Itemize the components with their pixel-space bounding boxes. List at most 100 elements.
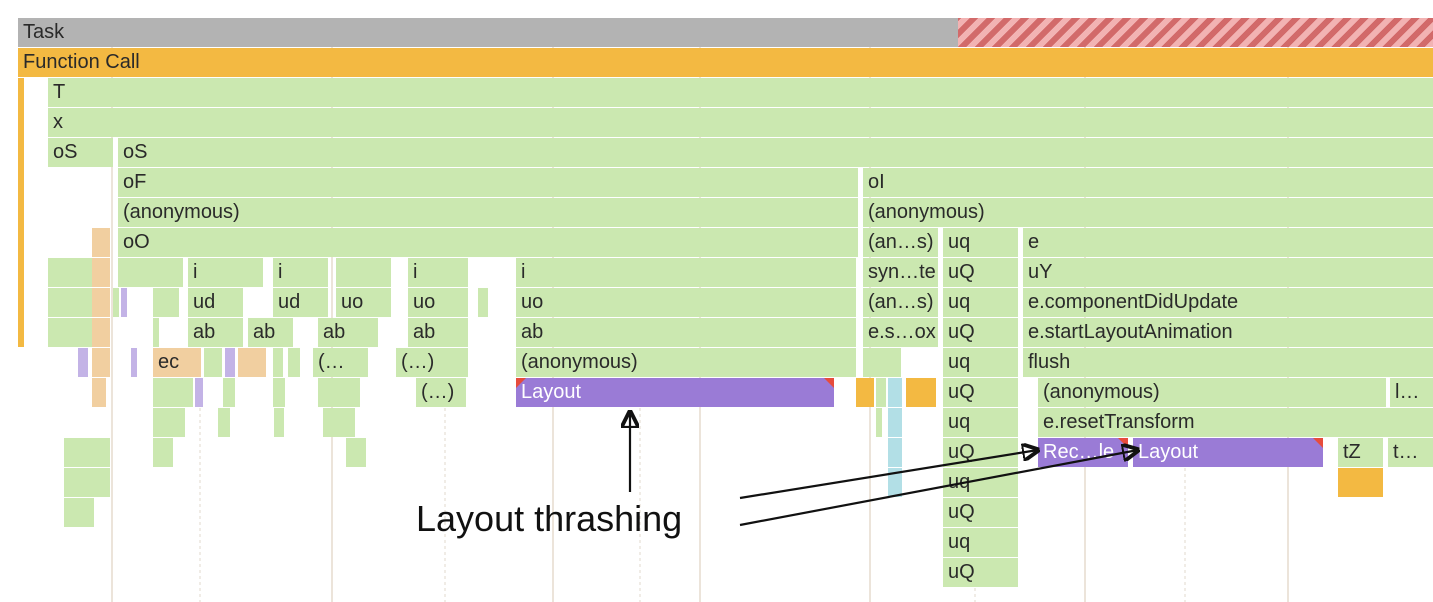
flame-bar[interactable] bbox=[48, 288, 98, 317]
flame-bar[interactable]: i bbox=[408, 258, 468, 287]
flame-bar[interactable]: uq bbox=[943, 408, 1018, 437]
flame-bar[interactable] bbox=[856, 378, 874, 407]
flame-bar[interactable] bbox=[323, 408, 355, 437]
flame-bar[interactable] bbox=[153, 288, 179, 317]
flame-bar[interactable] bbox=[888, 408, 902, 437]
flame-bar-function-call[interactable]: Function Call bbox=[18, 48, 1433, 77]
flame-bar[interactable] bbox=[888, 438, 902, 467]
flame-bar[interactable]: uQ bbox=[943, 498, 1018, 527]
flame-bar[interactable]: (anonymous) bbox=[516, 348, 856, 377]
flame-bar[interactable]: i bbox=[516, 258, 856, 287]
flame-bar[interactable]: ab bbox=[408, 318, 468, 347]
flame-bar[interactable] bbox=[92, 258, 110, 287]
flame-bar[interactable] bbox=[273, 378, 285, 407]
flame-bar[interactable]: uo bbox=[336, 288, 391, 317]
flame-bar[interactable]: uq bbox=[943, 348, 1018, 377]
flame-bar[interactable] bbox=[238, 348, 266, 377]
flame-bar[interactable]: syn…te bbox=[863, 258, 938, 287]
flame-bar[interactable] bbox=[876, 408, 882, 437]
flame-bar[interactable] bbox=[153, 378, 193, 407]
flame-bar[interactable] bbox=[92, 318, 110, 347]
flame-bar[interactable] bbox=[346, 438, 366, 467]
flame-bar[interactable] bbox=[288, 348, 300, 377]
flame-bar[interactable] bbox=[906, 378, 936, 407]
flame-bar[interactable]: i bbox=[188, 258, 263, 287]
flame-bar[interactable] bbox=[218, 408, 230, 437]
flame-bar[interactable]: T bbox=[48, 78, 1433, 107]
flame-bar[interactable] bbox=[863, 348, 901, 377]
flame-bar[interactable]: (an…s) bbox=[863, 228, 938, 257]
flame-bar[interactable] bbox=[478, 288, 488, 317]
flame-bar[interactable]: (anonymous) bbox=[863, 198, 1433, 227]
flame-bar[interactable]: (anonymous) bbox=[1038, 378, 1386, 407]
flame-bar[interactable]: i bbox=[273, 258, 328, 287]
flame-bar[interactable] bbox=[888, 378, 902, 407]
flame-bar[interactable] bbox=[195, 378, 203, 407]
flame-bar[interactable] bbox=[153, 408, 185, 437]
flame-bar[interactable] bbox=[888, 468, 902, 497]
flame-bar[interactable] bbox=[223, 378, 235, 407]
flame-bar[interactable]: x bbox=[48, 108, 1433, 137]
flame-bar-task[interactable]: Task bbox=[18, 18, 1433, 47]
flame-bar[interactable] bbox=[876, 378, 886, 407]
flame-bar[interactable]: ab bbox=[248, 318, 293, 347]
flame-bar[interactable]: ab bbox=[318, 318, 378, 347]
flame-bar[interactable] bbox=[318, 378, 360, 407]
flame-bar[interactable]: tZ bbox=[1338, 438, 1383, 467]
flame-bar[interactable] bbox=[64, 498, 94, 527]
flame-bar[interactable]: ab bbox=[188, 318, 243, 347]
flame-bar[interactable]: oS bbox=[118, 138, 1433, 167]
flame-bar[interactable]: uQ bbox=[943, 258, 1018, 287]
flame-bar[interactable]: oI bbox=[863, 168, 1433, 197]
flame-bar[interactable] bbox=[131, 348, 137, 377]
flame-bar-layout[interactable]: Layout bbox=[1133, 438, 1323, 467]
flame-bar[interactable]: ab bbox=[516, 318, 856, 347]
flame-bar[interactable]: uQ bbox=[943, 438, 1018, 467]
flame-bar-layout[interactable]: Layout bbox=[516, 378, 834, 407]
flame-bar[interactable]: uq bbox=[943, 528, 1018, 557]
flame-bar-sliver[interactable] bbox=[18, 78, 24, 347]
flame-bar[interactable] bbox=[273, 348, 283, 377]
flame-bar[interactable]: e.componentDidUpdate bbox=[1023, 288, 1433, 317]
flame-bar[interactable] bbox=[92, 348, 110, 377]
flame-bar[interactable]: e.s…ox bbox=[863, 318, 938, 347]
flame-bar[interactable]: e bbox=[1023, 228, 1433, 257]
flame-bar[interactable]: uo bbox=[516, 288, 856, 317]
flame-bar[interactable]: oS bbox=[48, 138, 113, 167]
flame-bar[interactable]: (an…s) bbox=[863, 288, 938, 317]
flame-bar[interactable]: uQ bbox=[943, 558, 1018, 587]
flame-bar[interactable] bbox=[48, 258, 98, 287]
flame-bar[interactable] bbox=[64, 438, 110, 467]
flame-bar[interactable] bbox=[92, 288, 110, 317]
flame-bar[interactable]: uQ bbox=[943, 318, 1018, 347]
flame-bar[interactable]: l… bbox=[1390, 378, 1433, 407]
flame-bar[interactable]: (anonymous) bbox=[118, 198, 858, 227]
flame-bar[interactable] bbox=[204, 348, 222, 377]
flame-bar[interactable]: t… bbox=[1388, 438, 1433, 467]
flame-bar[interactable]: ud bbox=[273, 288, 328, 317]
flame-bar[interactable] bbox=[118, 258, 183, 287]
flame-bar[interactable]: ec bbox=[153, 348, 201, 377]
flame-bar[interactable]: (…) bbox=[416, 378, 466, 407]
flame-bar[interactable]: oF bbox=[118, 168, 858, 197]
flame-bar[interactable]: uq bbox=[943, 288, 1018, 317]
flame-bar[interactable] bbox=[92, 378, 106, 407]
flame-bar[interactable]: uq bbox=[943, 468, 1018, 497]
flame-bar[interactable] bbox=[336, 258, 391, 287]
flame-bar[interactable]: (…) bbox=[396, 348, 468, 377]
flame-bar[interactable] bbox=[78, 348, 88, 377]
flame-bar[interactable] bbox=[274, 408, 284, 437]
flame-bar[interactable]: e.startLayoutAnimation bbox=[1023, 318, 1433, 347]
flame-bar[interactable]: uY bbox=[1023, 258, 1433, 287]
flame-bar[interactable]: ud bbox=[188, 288, 243, 317]
flame-bar[interactable]: uo bbox=[408, 288, 468, 317]
flame-bar[interactable] bbox=[225, 348, 235, 377]
flame-bar[interactable] bbox=[92, 228, 110, 257]
flame-bar[interactable]: uQ bbox=[943, 378, 1018, 407]
flame-bar[interactable]: e.resetTransform bbox=[1038, 408, 1433, 437]
flame-chart[interactable]: Task Function Call T x oS oS oF oI (anon… bbox=[18, 18, 1433, 602]
flame-bar[interactable] bbox=[64, 468, 110, 497]
flame-bar-recalc-style[interactable]: Rec…le bbox=[1038, 438, 1128, 467]
flame-bar[interactable]: (… bbox=[313, 348, 368, 377]
flame-bar[interactable] bbox=[153, 318, 159, 347]
